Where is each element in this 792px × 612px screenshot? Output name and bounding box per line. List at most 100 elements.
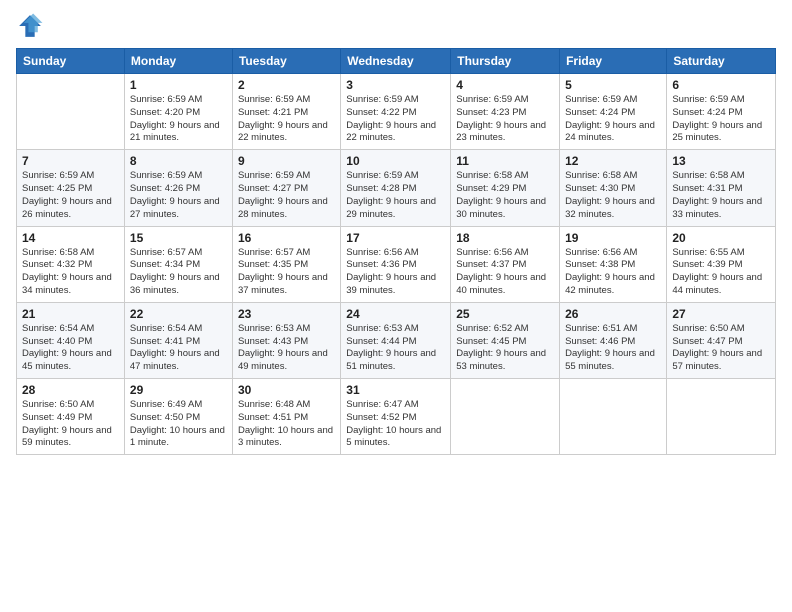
- day-number: 15: [130, 231, 227, 245]
- calendar-cell: 22 Sunrise: 6:54 AM Sunset: 4:41 PM Dayli…: [124, 302, 232, 378]
- day-number: 10: [346, 154, 445, 168]
- day-info: Sunrise: 6:59 AM Sunset: 4:22 PM Dayligh…: [346, 94, 445, 145]
- calendar-cell: [560, 379, 667, 455]
- day-info: Sunrise: 6:54 AM Sunset: 4:40 PM Dayligh…: [22, 323, 119, 374]
- calendar-cell: 13Sunrise: 6:58 AM Sunset: 4:31 PM Dayli…: [667, 150, 776, 226]
- day-info: Sunrise: 6:57 AM Sunset: 4:34 PM Dayligh…: [130, 247, 227, 298]
- day-number: 13: [672, 154, 770, 168]
- weekday-header-wednesday: Wednesday: [341, 49, 451, 74]
- day-info: Sunrise: 6:59 AM Sunset: 4:24 PM Dayligh…: [565, 94, 661, 145]
- calendar-cell: 9Sunrise: 6:59 AM Sunset: 4:27 PM Daylig…: [232, 150, 340, 226]
- day-number: 31: [346, 383, 445, 397]
- calendar-cell: [451, 379, 560, 455]
- day-info: Sunrise: 6:48 AM Sunset: 4:51 PM Dayligh…: [238, 399, 335, 450]
- day-number: 20: [672, 231, 770, 245]
- day-info: Sunrise: 6:55 AM Sunset: 4:39 PM Dayligh…: [672, 247, 770, 298]
- day-number: 28: [22, 383, 119, 397]
- calendar-page: SundayMondayTuesdayWednesdayThursdayFrid…: [0, 0, 792, 612]
- calendar-cell: 10 Sunrise: 6:59 AM Sunset: 4:28 PM Dayli…: [341, 150, 451, 226]
- week-row-2: 7Sunrise: 6:59 AM Sunset: 4:25 PM Daylig…: [17, 150, 776, 226]
- day-info: Sunrise: 6:59 AM Sunset: 4:25 PM Dayligh…: [22, 170, 119, 221]
- day-info: Sunrise: 6:56 AM Sunset: 4:36 PM Dayligh…: [346, 247, 445, 298]
- day-number: 24: [346, 307, 445, 321]
- day-info: Sunrise: 6:47 AM Sunset: 4:52 PM Dayligh…: [346, 399, 445, 450]
- weekday-header-tuesday: Tuesday: [232, 49, 340, 74]
- calendar-cell: 27 Sunrise: 6:50 AM Sunset: 4:47 PM Dayli…: [667, 302, 776, 378]
- day-info: Sunrise: 6:59 AM Sunset: 4:20 PM Dayligh…: [130, 94, 227, 145]
- header: [16, 12, 776, 40]
- day-info: Sunrise: 6:56 AM Sunset: 4:37 PM Dayligh…: [456, 247, 554, 298]
- calendar-cell: 1 Sunrise: 6:59 AM Sunset: 4:20 PM Daylig…: [124, 74, 232, 150]
- calendar-cell: [17, 74, 125, 150]
- day-number: 23: [238, 307, 335, 321]
- calendar-cell: 29 Sunrise: 6:49 AM Sunset: 4:50 PM Dayli…: [124, 379, 232, 455]
- calendar-cell: 16 Sunrise: 6:57 AM Sunset: 4:35 PM Dayli…: [232, 226, 340, 302]
- weekday-header-monday: Monday: [124, 49, 232, 74]
- calendar-cell: 4 Sunrise: 6:59 AM Sunset: 4:23 PM Daylig…: [451, 74, 560, 150]
- day-info: Sunrise: 6:54 AM Sunset: 4:41 PM Dayligh…: [130, 323, 227, 374]
- day-info: Sunrise: 6:59 AM Sunset: 4:21 PM Dayligh…: [238, 94, 335, 145]
- day-info: Sunrise: 6:53 AM Sunset: 4:43 PM Dayligh…: [238, 323, 335, 374]
- calendar-cell: 12 Sunrise: 6:58 AM Sunset: 4:30 PM Dayli…: [560, 150, 667, 226]
- calendar-cell: 3Sunrise: 6:59 AM Sunset: 4:22 PM Daylig…: [341, 74, 451, 150]
- day-number: 12: [565, 154, 661, 168]
- day-number: 30: [238, 383, 335, 397]
- day-number: 16: [238, 231, 335, 245]
- calendar-cell: 19 Sunrise: 6:56 AM Sunset: 4:38 PM Dayli…: [560, 226, 667, 302]
- calendar-cell: 21 Sunrise: 6:54 AM Sunset: 4:40 PM Dayli…: [17, 302, 125, 378]
- calendar-cell: 8 Sunrise: 6:59 AM Sunset: 4:26 PM Daylig…: [124, 150, 232, 226]
- calendar-cell: 26Sunrise: 6:51 AM Sunset: 4:46 PM Dayli…: [560, 302, 667, 378]
- calendar-cell: 15 Sunrise: 6:57 AM Sunset: 4:34 PM Dayli…: [124, 226, 232, 302]
- weekday-header-friday: Friday: [560, 49, 667, 74]
- weekday-header-thursday: Thursday: [451, 49, 560, 74]
- day-info: Sunrise: 6:50 AM Sunset: 4:49 PM Dayligh…: [22, 399, 119, 450]
- day-info: Sunrise: 6:57 AM Sunset: 4:35 PM Dayligh…: [238, 247, 335, 298]
- logo-icon: [16, 12, 44, 40]
- day-info: Sunrise: 6:59 AM Sunset: 4:28 PM Dayligh…: [346, 170, 445, 221]
- day-number: 8: [130, 154, 227, 168]
- day-number: 18: [456, 231, 554, 245]
- calendar-cell: 17 Sunrise: 6:56 AM Sunset: 4:36 PM Dayli…: [341, 226, 451, 302]
- calendar-cell: 25 Sunrise: 6:52 AM Sunset: 4:45 PM Dayli…: [451, 302, 560, 378]
- day-number: 17: [346, 231, 445, 245]
- calendar-cell: 18 Sunrise: 6:56 AM Sunset: 4:37 PM Dayli…: [451, 226, 560, 302]
- logo: [16, 12, 48, 40]
- day-info: Sunrise: 6:50 AM Sunset: 4:47 PM Dayligh…: [672, 323, 770, 374]
- calendar-cell: 28 Sunrise: 6:50 AM Sunset: 4:49 PM Dayli…: [17, 379, 125, 455]
- day-number: 5: [565, 78, 661, 92]
- day-info: Sunrise: 6:51 AM Sunset: 4:46 PM Dayligh…: [565, 323, 661, 374]
- day-info: Sunrise: 6:58 AM Sunset: 4:29 PM Dayligh…: [456, 170, 554, 221]
- calendar-cell: 2Sunrise: 6:59 AM Sunset: 4:21 PM Daylig…: [232, 74, 340, 150]
- week-row-4: 21 Sunrise: 6:54 AM Sunset: 4:40 PM Dayli…: [17, 302, 776, 378]
- calendar-cell: 31 Sunrise: 6:47 AM Sunset: 4:52 PM Dayli…: [341, 379, 451, 455]
- day-number: 9: [238, 154, 335, 168]
- day-number: 29: [130, 383, 227, 397]
- day-number: 19: [565, 231, 661, 245]
- calendar-cell: 24Sunrise: 6:53 AM Sunset: 4:44 PM Dayli…: [341, 302, 451, 378]
- weekday-header-sunday: Sunday: [17, 49, 125, 74]
- day-number: 25: [456, 307, 554, 321]
- weekday-header-saturday: Saturday: [667, 49, 776, 74]
- day-info: Sunrise: 6:59 AM Sunset: 4:23 PM Dayligh…: [456, 94, 554, 145]
- day-number: 21: [22, 307, 119, 321]
- day-number: 1: [130, 78, 227, 92]
- weekday-header-row: SundayMondayTuesdayWednesdayThursdayFrid…: [17, 49, 776, 74]
- week-row-5: 28 Sunrise: 6:50 AM Sunset: 4:49 PM Dayli…: [17, 379, 776, 455]
- day-info: Sunrise: 6:58 AM Sunset: 4:32 PM Dayligh…: [22, 247, 119, 298]
- calendar-cell: [667, 379, 776, 455]
- calendar-cell: 14 Sunrise: 6:58 AM Sunset: 4:32 PM Dayli…: [17, 226, 125, 302]
- day-info: Sunrise: 6:49 AM Sunset: 4:50 PM Dayligh…: [130, 399, 227, 450]
- day-info: Sunrise: 6:59 AM Sunset: 4:26 PM Dayligh…: [130, 170, 227, 221]
- week-row-3: 14 Sunrise: 6:58 AM Sunset: 4:32 PM Dayli…: [17, 226, 776, 302]
- day-number: 27: [672, 307, 770, 321]
- day-number: 14: [22, 231, 119, 245]
- calendar-cell: 6Sunrise: 6:59 AM Sunset: 4:24 PM Daylig…: [667, 74, 776, 150]
- calendar-cell: 23 Sunrise: 6:53 AM Sunset: 4:43 PM Dayli…: [232, 302, 340, 378]
- day-number: 22: [130, 307, 227, 321]
- calendar-cell: 5 Sunrise: 6:59 AM Sunset: 4:24 PM Daylig…: [560, 74, 667, 150]
- day-info: Sunrise: 6:56 AM Sunset: 4:38 PM Dayligh…: [565, 247, 661, 298]
- day-info: Sunrise: 6:58 AM Sunset: 4:30 PM Dayligh…: [565, 170, 661, 221]
- day-number: 4: [456, 78, 554, 92]
- day-info: Sunrise: 6:52 AM Sunset: 4:45 PM Dayligh…: [456, 323, 554, 374]
- week-row-1: 1 Sunrise: 6:59 AM Sunset: 4:20 PM Daylig…: [17, 74, 776, 150]
